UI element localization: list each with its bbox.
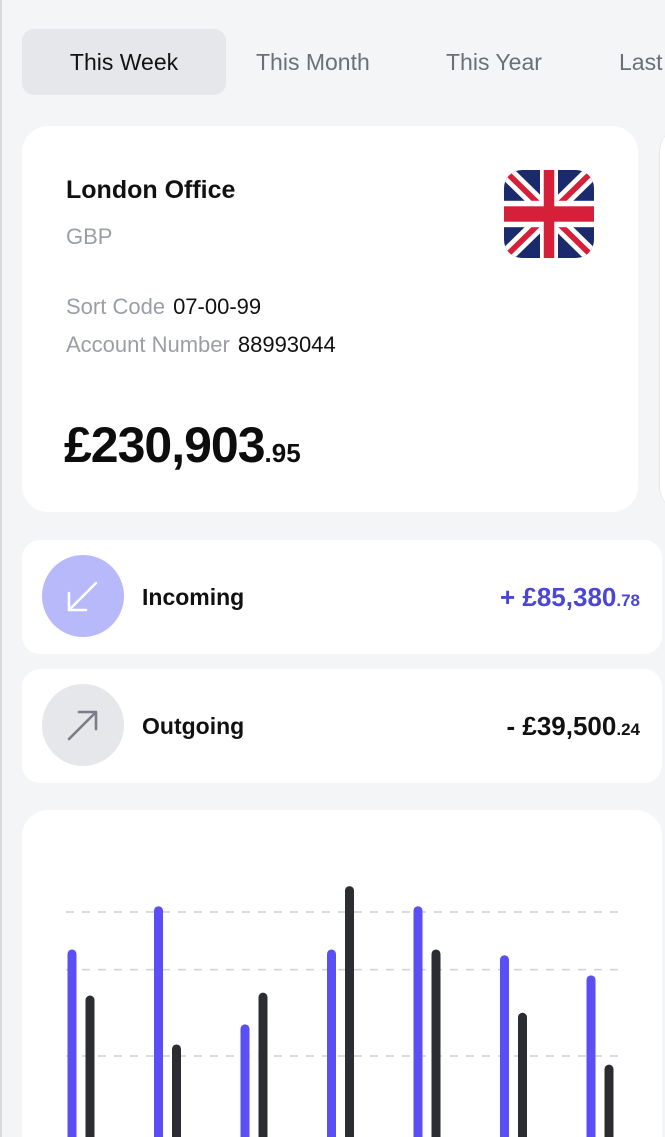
tab-this-month[interactable]: This Month [256, 29, 370, 95]
incoming-card[interactable]: Incoming + £85,380.78 [22, 540, 662, 654]
sort-code-label: Sort Code [66, 294, 166, 319]
tab-last[interactable]: Last [619, 29, 662, 95]
transactions-chart-card [22, 810, 662, 1137]
chart-bar-s0-4[interactable] [413, 906, 423, 1137]
chart-bar-s1-6[interactable] [604, 1064, 614, 1137]
sort-code-value: 07-00-99 [173, 294, 262, 319]
uk-flag-icon [504, 170, 594, 258]
incoming-amount: + £85,380.78 [500, 582, 640, 613]
chart-bar-s0-2[interactable] [240, 1024, 250, 1137]
account-number-value: 88993044 [237, 332, 336, 357]
chart-bar-s1-5[interactable] [518, 1012, 527, 1137]
arrow-down-left-icon [42, 555, 124, 637]
account-number-label: Account Number [66, 332, 230, 357]
chart-bar-s1-1[interactable] [172, 1044, 181, 1137]
chart-bar-s0-6[interactable] [586, 975, 596, 1137]
chart-bar-s1-2[interactable] [258, 992, 268, 1137]
account-balance: £230,903.95 [64, 416, 301, 474]
outgoing-card[interactable]: Outgoing - £39,500.24 [22, 669, 662, 783]
outgoing-label: Outgoing [142, 713, 245, 739]
chart-bar-s0-5[interactable] [500, 955, 509, 1137]
incoming-label: Incoming [142, 584, 245, 610]
period-tabs: This Week This Month This Year Last [22, 29, 665, 95]
transactions-bar-chart [66, 886, 624, 1137]
chart-bar-s1-0[interactable] [85, 995, 95, 1137]
account-currency: GBP [66, 224, 113, 249]
balance-main: £230,903 [64, 417, 266, 473]
outgoing-amount: - £39,500.24 [506, 711, 640, 742]
account-card[interactable]: London Office GBP Sort Code 07-00-99 Acco… [22, 126, 638, 512]
arrow-up-right-icon [42, 684, 124, 766]
sort-code-row: Sort Code 07-00-99 [66, 294, 261, 320]
incoming-amount-main: + £85,380 [499, 582, 617, 612]
account-number-row: Account Number 88993044 [66, 332, 336, 358]
account-name: London Office [66, 176, 236, 204]
chart-bar-s0-1[interactable] [154, 906, 163, 1137]
incoming-amount-cents: .78 [616, 591, 640, 610]
chart-bar-s1-4[interactable] [431, 949, 441, 1137]
chart-bar-s0-0[interactable] [67, 949, 77, 1137]
outgoing-amount-main: - £39,500 [506, 711, 617, 741]
chart-bar-s1-3[interactable] [345, 886, 354, 1137]
page: This Week This Month This Year Last Lond… [0, 0, 665, 1137]
next-account-card[interactable] [659, 126, 665, 512]
outgoing-amount-cents: .24 [616, 720, 640, 739]
chart-bar-s0-3[interactable] [327, 949, 336, 1137]
tab-this-year[interactable]: This Year [446, 29, 542, 95]
balance-cents: .95 [264, 438, 301, 468]
tab-this-week[interactable]: This Week [22, 29, 226, 95]
